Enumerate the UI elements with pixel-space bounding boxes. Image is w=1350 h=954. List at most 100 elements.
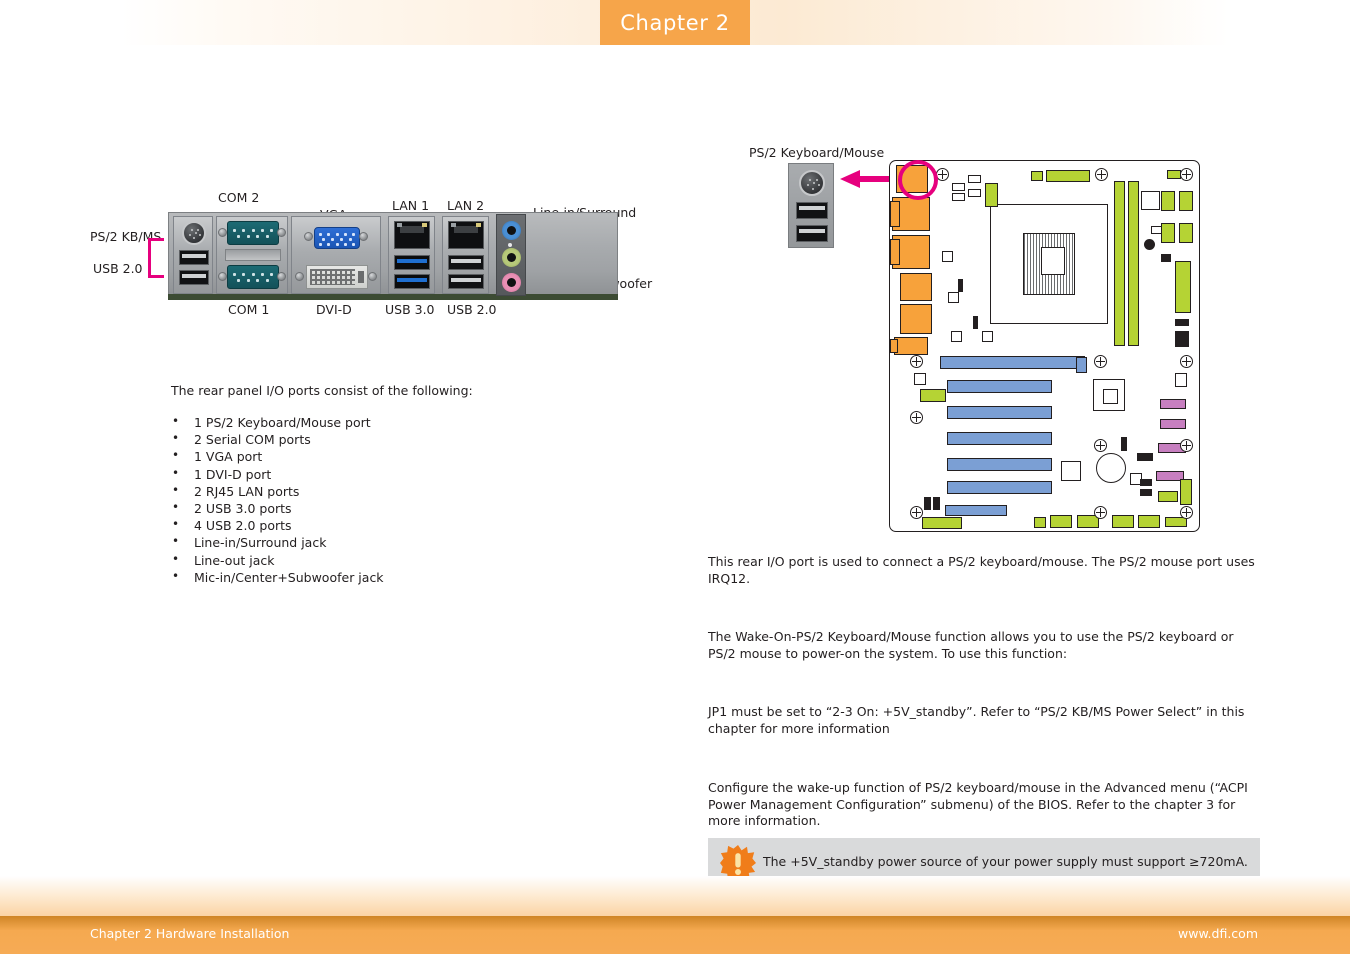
footer-fade-band — [0, 876, 1350, 916]
mb-left-chip — [914, 373, 926, 385]
list-item: 1 PS/2 Keyboard/Mouse port — [171, 413, 601, 431]
mb-header-5 — [1140, 479, 1152, 486]
mb-lan2-port — [900, 304, 932, 334]
mb-io-edge-2 — [890, 239, 900, 265]
mb-chip-4 — [982, 331, 993, 342]
mb-dimm-slot-2 — [1128, 181, 1139, 346]
mb-lan1-port — [900, 273, 932, 301]
usb20-port-4 — [448, 274, 484, 289]
mb-header-1 — [952, 183, 965, 191]
mb-cpu-socket — [990, 204, 1108, 324]
mb-right-connector-2 — [1179, 191, 1193, 211]
usb30-port-1 — [394, 255, 430, 270]
mb-bottom-connector-1 — [1034, 517, 1046, 528]
mb-header-6 — [1140, 489, 1152, 496]
mb-pci-slot-1 — [947, 380, 1052, 393]
lan2-rj45-port-icon — [448, 221, 484, 249]
mb-chip-7 — [1061, 461, 1081, 481]
list-item: 1 DVI-D port — [171, 465, 601, 483]
label-com1: COM 1 — [228, 302, 270, 317]
mb-screw-hole — [910, 355, 923, 368]
mb-chip-2 — [948, 292, 959, 303]
list-item: 4 USB 2.0 ports — [171, 516, 601, 534]
label-usb20-bottom: USB 2.0 — [447, 302, 497, 317]
mb-right-connector-3 — [1161, 223, 1175, 243]
list-item: 1 VGA port — [171, 447, 601, 465]
lan2-usb20-group — [442, 216, 489, 294]
paragraph-bios-configuration: Configure the wake-up function of PS/2 k… — [708, 780, 1248, 828]
page-footer-band: Chapter 2 Hardware Installation www.dfi.… — [0, 916, 1350, 954]
com2-port-icon — [227, 221, 279, 245]
mb-io-edge-3 — [890, 339, 898, 353]
mb-pcie-x16-slot — [940, 356, 1085, 369]
usb30-port-2 — [394, 274, 430, 289]
ps2-port-photo-inset — [788, 163, 834, 248]
usb20-port-2 — [179, 270, 209, 285]
list-item: Line-out jack — [171, 551, 601, 569]
ps2-usb-group — [173, 216, 213, 294]
label-dvid: DVI-D — [316, 302, 352, 317]
mb-pci-slot-2 — [947, 406, 1052, 419]
mb-jumper-3 — [1121, 437, 1127, 451]
footer-chapter-label: Chapter 2 Hardware Installation — [90, 926, 290, 941]
mb-screw-hole — [1180, 168, 1193, 181]
mb-chipset — [1093, 379, 1125, 411]
rear-panel-io-figure: COM 2 VGA LAN 1 LAN 2 PS/2 KB/MS USB 2.0… — [90, 190, 670, 320]
mb-bottom-jumper-1 — [924, 497, 931, 510]
ps2-pins — [801, 172, 823, 194]
list-item: Line-in/Surround jack — [171, 533, 601, 551]
footer-website-link[interactable]: www.dfi.com — [1178, 926, 1258, 941]
label-lan1: LAN 1 — [392, 198, 430, 213]
mb-left-connector-1 — [920, 389, 946, 402]
mb-screw-hole — [910, 506, 923, 519]
audio-jack-group — [496, 214, 526, 296]
mb-header-2 — [952, 193, 965, 201]
mb-sata-port-2 — [1160, 419, 1186, 429]
com1-port-icon — [227, 265, 279, 289]
mb-right-header-2 — [1175, 319, 1189, 326]
usb20-port-1 — [179, 250, 209, 265]
mb-pci-slot-5 — [947, 481, 1052, 494]
mb-front-panel-header — [922, 517, 962, 529]
mb-pci-slot-3 — [947, 432, 1052, 445]
ps2-callout-label: PS/2 Keyboard/Mouse — [749, 145, 885, 160]
mb-cmos-battery — [1096, 453, 1126, 483]
mb-top-connector-2 — [1031, 171, 1043, 181]
mb-screw-hole — [1094, 439, 1107, 452]
mb-io-edge-1 — [890, 201, 900, 227]
lan1-rj45-port-icon — [394, 221, 430, 249]
mb-screw-hole — [1095, 168, 1108, 181]
mb-chip-3 — [951, 331, 962, 342]
paragraph-ps2-port-description: This rear I/O port is used to connect a … — [708, 554, 1255, 586]
list-item: 2 USB 3.0 ports — [171, 499, 601, 517]
mb-screw-hole — [910, 411, 923, 424]
line-out-jack-icon — [502, 248, 521, 267]
video-ports-group — [291, 216, 381, 294]
label-com2: COM 2 — [218, 190, 260, 205]
usb20-port-inset-1 — [796, 202, 828, 219]
mb-screw-hole — [1180, 506, 1193, 519]
motherboard-layout-diagram — [889, 160, 1200, 532]
mb-header-4 — [968, 189, 981, 197]
mb-chip-5 — [1141, 191, 1160, 210]
mb-screw-hole — [1180, 355, 1193, 368]
mb-usb-header — [1137, 453, 1153, 461]
usb20-highlight-bracket — [148, 238, 164, 278]
mb-audio-port — [894, 337, 928, 355]
mb-top-connector-1 — [1046, 170, 1090, 182]
mb-screw-hole — [1180, 439, 1193, 452]
ps2-port-highlight-circle — [898, 160, 938, 200]
usb20-port-inset-2 — [796, 225, 828, 242]
paragraph-jp1-setting: JP1 must be set to “2-3 On: +5V_standby”… — [708, 704, 1245, 736]
mb-right-connector-4 — [1179, 223, 1193, 243]
mb-bottom-connector-2 — [1050, 515, 1072, 528]
mb-top-connector-3 — [1167, 170, 1181, 179]
mb-right-chip — [1175, 373, 1187, 387]
ps2-pins — [184, 223, 204, 243]
usb20-port-3 — [448, 255, 484, 270]
mb-bottom-connector-4 — [1112, 515, 1134, 528]
dvid-port-icon — [306, 265, 368, 289]
list-item: 2 Serial COM ports — [171, 430, 601, 448]
vga-port-icon — [314, 227, 360, 249]
chapter-tab-label: Chapter 2 — [620, 10, 730, 35]
